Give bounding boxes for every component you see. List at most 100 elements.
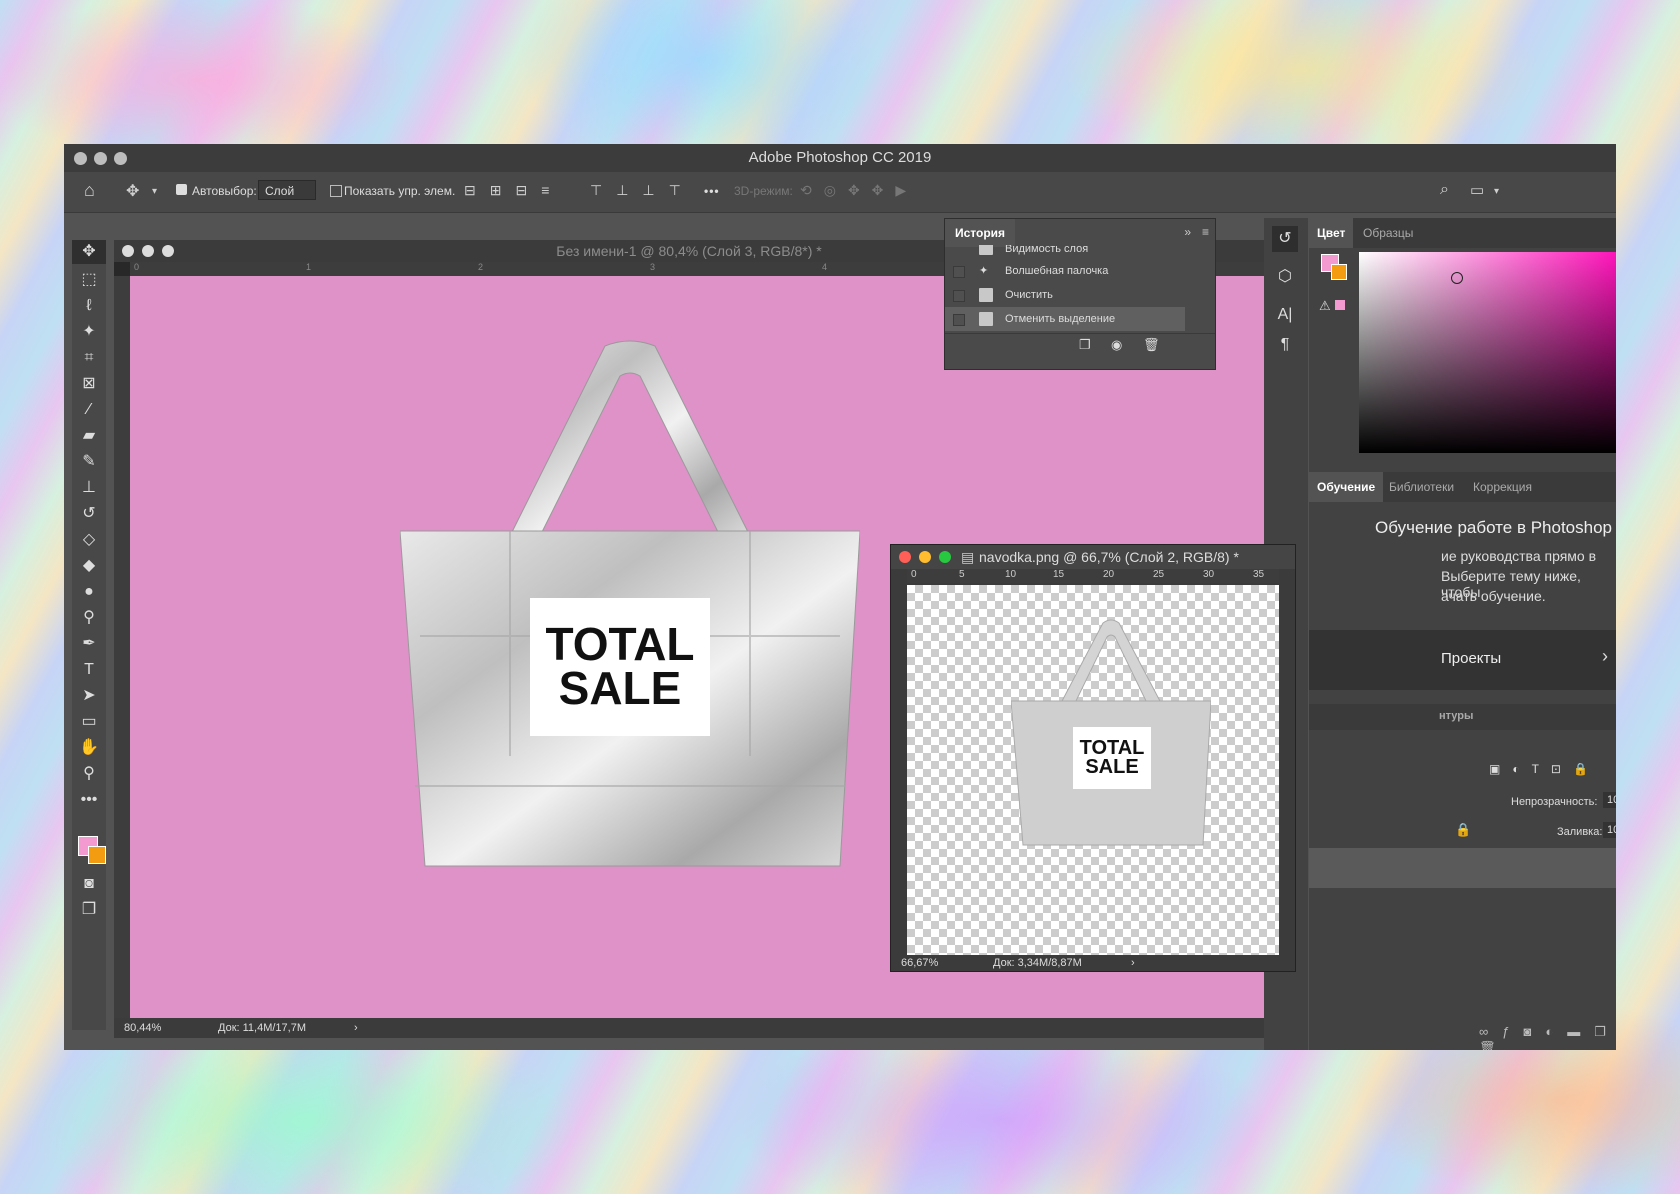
- layer-filter-icons[interactable]: ▣◐T⊡🔒: [1489, 762, 1600, 776]
- chevron-down-icon[interactable]: ▾: [152, 186, 157, 197]
- color-picker-ring[interactable]: [1451, 272, 1463, 284]
- stamp-tool-icon[interactable]: ⊥: [72, 476, 106, 500]
- camera-icon[interactable]: ◉: [1111, 337, 1122, 353]
- history-item-selected[interactable]: Отменить выделение: [945, 307, 1185, 331]
- blur-tool-icon[interactable]: ●: [72, 580, 106, 604]
- zoom-level[interactable]: 80,44%: [124, 1018, 161, 1038]
- distribute-icon[interactable]: ⊤⊥⊥⊤: [590, 182, 695, 199]
- zoom-window-button[interactable]: [114, 152, 127, 165]
- opacity-field[interactable]: 100%: [1603, 792, 1616, 808]
- pen-tool-icon[interactable]: ✒: [72, 632, 106, 656]
- collapse-icon[interactable]: »: [1184, 225, 1191, 239]
- eraser-tool-icon[interactable]: ◇: [72, 528, 106, 552]
- doc-close-button[interactable]: [122, 245, 134, 257]
- lock-icon[interactable]: 🔒: [1455, 822, 1471, 838]
- tab-adjustments[interactable]: Коррекция: [1465, 472, 1540, 502]
- warning-icon[interactable]: ⚠: [1319, 298, 1331, 314]
- total-sale-card: TOTAL SALE: [530, 598, 710, 736]
- close-button[interactable]: [899, 551, 911, 563]
- autoselect-dropdown[interactable]: Слой: [258, 180, 316, 200]
- minimize-button[interactable]: [919, 551, 931, 563]
- projects-label: Проекты: [1441, 650, 1502, 667]
- learn-text-1: ие руководства прямо в: [1441, 548, 1597, 564]
- move-tool-icon[interactable]: ✥: [126, 181, 139, 201]
- screen-mode-icon[interactable]: ❐: [72, 898, 106, 922]
- minimize-window-button[interactable]: [94, 152, 107, 165]
- history-dock-icon[interactable]: ↺: [1272, 226, 1298, 252]
- tab-paths[interactable]: нтуры: [1439, 710, 1473, 722]
- show-controls-checkbox[interactable]: [330, 185, 342, 197]
- home-icon[interactable]: ⌂: [84, 180, 95, 201]
- history-brush-icon[interactable]: ↺: [72, 502, 106, 526]
- character-icon[interactable]: A|: [1272, 302, 1298, 328]
- type-tool-icon[interactable]: T: [72, 658, 106, 682]
- document-icon: [979, 288, 993, 302]
- doc-zoom-button[interactable]: [162, 245, 174, 257]
- crop-tool-icon[interactable]: ⌗: [72, 346, 106, 370]
- zoom-level[interactable]: 66,67%: [901, 955, 938, 971]
- history-item-label: Очистить: [1005, 289, 1053, 301]
- layer-row[interactable]: [1309, 848, 1616, 888]
- new-document-icon[interactable]: ❐: [1079, 337, 1091, 353]
- tab-learn[interactable]: Обучение: [1309, 472, 1384, 502]
- paragraph-icon[interactable]: ¶: [1272, 332, 1298, 358]
- eyedropper-tool-icon[interactable]: ⁄: [72, 398, 106, 422]
- frame-tool-icon[interactable]: ⊠: [72, 372, 106, 396]
- chevron-right-icon[interactable]: ›: [354, 1018, 358, 1038]
- move-tool-icon[interactable]: ✥: [72, 240, 106, 264]
- rectangle-tool-icon[interactable]: ▭: [72, 710, 106, 734]
- history-item[interactable]: Видимость слоя: [945, 245, 1185, 257]
- lasso-tool-icon[interactable]: ℓ: [72, 294, 106, 318]
- 3d-dock-icon[interactable]: ⬡: [1272, 264, 1298, 290]
- trash-icon[interactable]: 🗑: [1143, 337, 1160, 353]
- tab-swatches[interactable]: Образцы: [1355, 218, 1421, 248]
- tab-libraries[interactable]: Библиотеки: [1381, 472, 1462, 502]
- gamut-swatch[interactable]: [1335, 300, 1345, 310]
- chevron-down-icon[interactable]: ▾: [1494, 186, 1499, 197]
- history-tab[interactable]: История: [945, 219, 1015, 247]
- align-icon[interactable]: ⊟⊞⊟≡: [464, 182, 563, 199]
- doc-minimize-button[interactable]: [142, 245, 154, 257]
- snapshot-toggle[interactable]: [953, 266, 965, 278]
- paint-bucket-icon[interactable]: ◆: [72, 554, 106, 578]
- fill-field[interactable]: 100%: [1603, 822, 1616, 838]
- background-color-swatch[interactable]: [1331, 264, 1347, 280]
- path-selection-icon[interactable]: ➤: [72, 684, 106, 708]
- history-item[interactable]: ✦ Волшебная палочка: [945, 259, 1185, 283]
- ruler-tick: 0: [134, 262, 140, 272]
- tab-color[interactable]: Цвет: [1309, 218, 1354, 248]
- more-tools-icon[interactable]: •••: [72, 788, 106, 812]
- hand-tool-icon[interactable]: ✋: [72, 736, 106, 760]
- history-item[interactable]: Очистить: [945, 283, 1185, 307]
- zoom-tool-icon[interactable]: ⚲: [72, 762, 106, 786]
- chevron-right-icon[interactable]: ›: [1602, 646, 1608, 667]
- transparent-canvas[interactable]: TOTAL SALE: [907, 585, 1279, 955]
- snapshot-toggle[interactable]: [953, 314, 965, 326]
- color-field[interactable]: [1359, 252, 1616, 453]
- magic-wand-tool-icon[interactable]: ✦: [72, 320, 106, 344]
- more-options-button[interactable]: •••: [704, 184, 720, 198]
- marquee-tool-icon[interactable]: ⬚: [72, 268, 106, 292]
- close-window-button[interactable]: [74, 152, 87, 165]
- ruler-tick: 20: [1103, 569, 1115, 580]
- 3d-tools-icon[interactable]: ⟲◎✥✥▶: [800, 182, 918, 199]
- snapshot-toggle[interactable]: [953, 290, 965, 302]
- autoselect-checkbox[interactable]: [176, 184, 187, 195]
- workspace-icon[interactable]: ▭: [1470, 181, 1484, 199]
- dodge-tool-icon[interactable]: ⚲: [72, 606, 106, 630]
- layer-actions-icons[interactable]: ∞ƒ◙◐▬❐🗑: [1479, 1024, 1616, 1050]
- projects-row[interactable]: Проекты ›: [1309, 630, 1616, 690]
- zoom-button[interactable]: [939, 551, 951, 563]
- history-panel: История » ≡ Видимость слоя ✦ Волшебная п…: [944, 218, 1216, 370]
- doc-info: Док: 3,34M/8,87M: [993, 957, 1082, 969]
- tools-panel: ✥ ⬚ ℓ ✦ ⌗ ⊠ ⁄ ▰ ✎ ⊥ ↺ ◇ ◆ ● ⚲ ✒ T ➤ ▭ ✋ …: [72, 240, 106, 1030]
- horizontal-ruler: 0 5 10 15 20 25 30 35: [907, 569, 1279, 583]
- brush-tool-icon[interactable]: ✎: [72, 450, 106, 474]
- panel-menu-icon[interactable]: ≡: [1202, 225, 1209, 239]
- chevron-right-icon[interactable]: ›: [1131, 955, 1135, 971]
- search-icon[interactable]: ⌕: [1440, 181, 1449, 199]
- card-line-2: SALE: [1085, 756, 1139, 778]
- quick-mask-icon[interactable]: ◙: [72, 872, 106, 896]
- background-color-swatch[interactable]: [88, 846, 106, 864]
- healing-tool-icon[interactable]: ▰: [72, 424, 106, 448]
